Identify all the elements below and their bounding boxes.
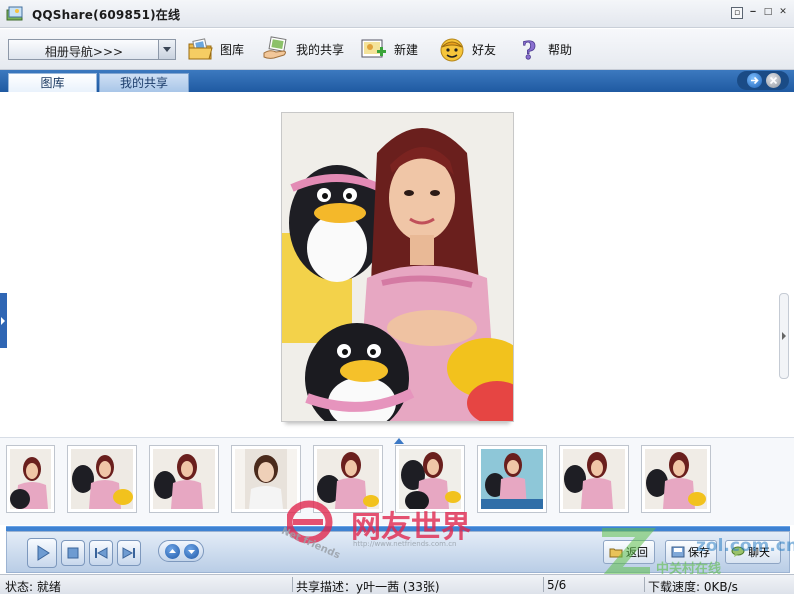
friend-face-icon — [440, 38, 464, 62]
help-question-icon: ? — [522, 36, 537, 63]
title-bar: QQShare(609851)在线 ▫ ‒ □ ✕ — [0, 0, 794, 28]
right-panel-toggle[interactable] — [779, 293, 789, 379]
tab-controls — [737, 71, 789, 90]
new-album-icon — [361, 39, 386, 58]
left-panel-toggle[interactable] — [0, 293, 7, 348]
zol-watermark: zol.com.cn 中关村在线 — [598, 528, 794, 580]
folder-photos-icon — [188, 38, 213, 60]
zol-logo — [601, 528, 656, 577]
main-photo[interactable] — [281, 112, 514, 422]
play-icon — [37, 545, 50, 561]
current-position-marker — [394, 438, 404, 444]
next-button[interactable] — [117, 540, 141, 566]
previous-icon — [95, 547, 108, 559]
share-description: 共享描述：y叶一茜 (33张) — [296, 580, 440, 594]
new-label: 新建 — [394, 42, 419, 57]
svg-text:?: ? — [522, 36, 536, 63]
qqshare-app-icon — [6, 6, 23, 21]
restore-icon[interactable]: ▫ — [731, 7, 743, 19]
scroll-down-icon[interactable] — [184, 544, 199, 559]
toolbar: 相册导航>>> 图库 我的共享 新建 好友 ? 帮助 — [0, 29, 794, 70]
scroll-up-icon[interactable] — [165, 544, 180, 559]
stop-icon — [67, 547, 79, 559]
friends-label: 好友 — [472, 42, 497, 57]
netfriends-watermark: 网友世界 Net friends http://www.netfriends.c… — [279, 500, 547, 563]
stop-button[interactable] — [61, 540, 85, 566]
maximize-icon[interactable]: □ — [762, 7, 774, 19]
status-divider — [543, 577, 544, 592]
status-divider — [292, 577, 293, 592]
status-text: 状态: 就绪 — [5, 580, 61, 594]
album-nav-select[interactable]: 相册导航>>> — [8, 39, 176, 60]
thumbnail-3[interactable] — [149, 445, 219, 513]
thumbnail-8[interactable] — [559, 445, 629, 513]
help-label: 帮助 — [548, 42, 573, 57]
share-hand-icon — [263, 36, 287, 59]
netfriends-url: http://www.netfriends.com.cn — [353, 540, 457, 548]
gallery-label: 图库 — [220, 42, 245, 57]
minimize-icon[interactable]: ‒ — [747, 7, 759, 19]
status-bar: 状态: 就绪 共享描述：y叶一茜 (33张) 5/6 下载速度: 0KB/s — [0, 574, 794, 594]
tab-my-share[interactable]: 我的共享 — [99, 73, 189, 92]
tab-strip: 图库 我的共享 — [0, 70, 794, 92]
thumbnail-9[interactable] — [641, 445, 711, 513]
my-share-label: 我的共享 — [296, 42, 345, 57]
new-button[interactable]: 新建 — [360, 33, 418, 65]
thumbnail-1[interactable] — [6, 445, 55, 513]
close-tab-icon[interactable] — [766, 73, 781, 88]
previous-button[interactable] — [89, 540, 113, 566]
scroll-control — [158, 540, 204, 562]
tab-gallery[interactable]: 图库 — [8, 73, 97, 92]
page-indicator: 5/6 — [547, 578, 567, 592]
friends-button[interactable]: 好友 — [438, 33, 496, 65]
next-icon — [122, 547, 135, 559]
my-share-button[interactable]: 我的共享 — [262, 33, 344, 65]
window-title: QQShare(609851)在线 — [32, 8, 181, 22]
help-button[interactable]: ? 帮助 — [514, 33, 572, 65]
album-nav-label: 相册导航>>> — [44, 45, 124, 59]
gallery-button[interactable]: 图库 — [186, 33, 244, 65]
close-icon[interactable]: ✕ — [777, 7, 789, 19]
thumbnail-2[interactable] — [67, 445, 137, 513]
download-speed: 下载速度: 0KB/s — [648, 580, 738, 594]
zol-url: zol.com.cn — [696, 536, 794, 556]
status-divider — [644, 577, 645, 592]
play-button[interactable] — [27, 538, 57, 568]
chevron-down-icon[interactable] — [158, 40, 175, 59]
forward-icon[interactable] — [747, 73, 762, 88]
